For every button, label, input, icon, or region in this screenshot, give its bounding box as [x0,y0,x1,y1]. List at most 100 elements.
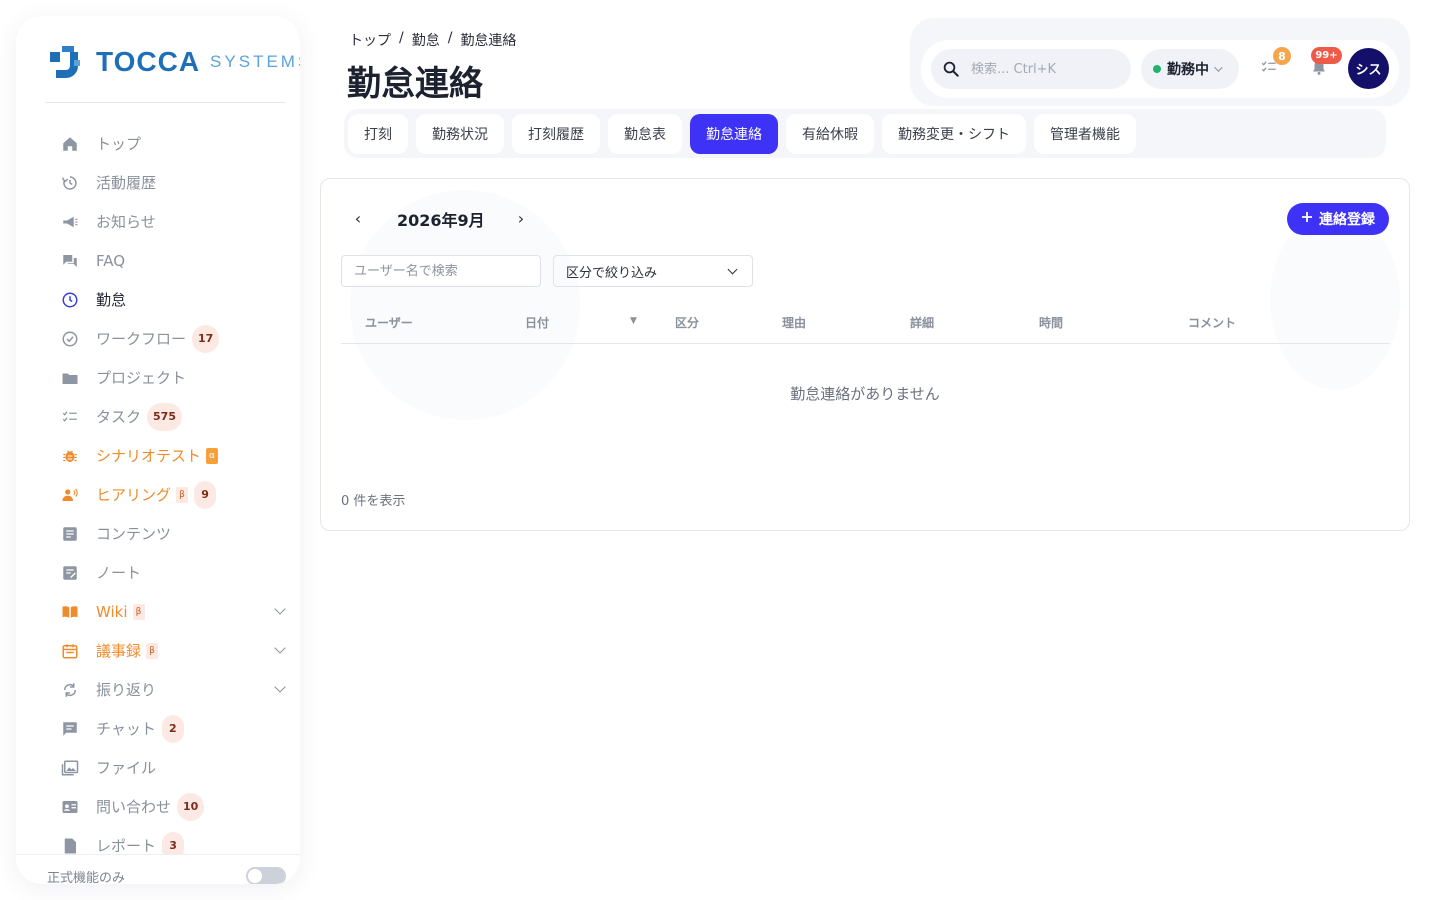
tab-paid-leave[interactable]: 有給休暇 [786,114,874,154]
chat-icon [60,719,80,739]
people-talk-icon [60,485,80,505]
column-header-date[interactable]: 日付 [525,314,549,331]
count-badge: 2 [161,714,184,743]
column-header-user[interactable]: ユーザー [365,314,413,331]
sidebar-item-chat[interactable]: チャット 2 [60,709,296,748]
current-month-label: 2026年9月 [397,211,485,230]
history-icon [60,173,80,193]
sidebar-item-workflow[interactable]: ワークフロー 17 [60,319,296,358]
count-badge: 575 [147,402,182,431]
brand-logo[interactable]: TOCCA SYSTEMS [48,44,300,80]
breadcrumb-attendance-link[interactable]: 勤怠 [412,30,440,50]
chevron-down-icon[interactable] [274,681,286,693]
sidebar-item-project[interactable]: プロジェクト [60,358,296,397]
sidebar-item-label: トップ [96,135,142,153]
official-only-toggle[interactable] [246,867,286,884]
checklist-icon [60,407,80,427]
beta-tag: β [146,642,159,659]
next-month-button[interactable]: › [513,208,529,228]
sync-icon [60,680,80,700]
sidebar: TOCCA SYSTEMS トップ 活動履歴 お知らせ FAQ 勤怠 ワークフロ… [16,16,300,884]
chevron-down-icon[interactable] [274,642,286,654]
official-only-label: 正式機能のみ [47,871,126,884]
article-icon [60,524,80,544]
photo-library-icon [60,758,80,778]
beta-tag: β [176,486,189,503]
sidebar-item-top[interactable]: トップ [60,124,296,163]
user-avatar[interactable]: シス [1348,48,1389,89]
tab-punch-history[interactable]: 打刻履歴 [512,114,600,154]
sidebar-item-task[interactable]: タスク 575 [60,397,296,436]
sidebar-item-activity[interactable]: 活動履歴 [60,163,296,202]
breadcrumb-separator: / [447,30,453,46]
alpha-tag: α [206,447,219,464]
sidebar-item-retrospective[interactable]: 振り返り [60,670,296,709]
sidebar-item-inquiry[interactable]: 問い合わせ 10 [60,787,296,826]
count-badge: 10 [177,792,205,821]
clock-icon [60,290,80,310]
tocca-logo-icon [48,44,86,80]
sidebar-item-contents[interactable]: コンテンツ [60,514,296,553]
sidebar-item-label: お知らせ [96,213,156,231]
plus-icon [1301,211,1313,227]
search-input[interactable] [971,61,1121,77]
sidebar-item-wiki[interactable]: Wiki β [60,592,296,631]
sidebar-item-label: Wiki [96,602,128,621]
work-status-dropdown[interactable]: 勤務中 [1141,49,1239,89]
add-contact-label: 連絡登録 [1319,212,1375,228]
megaphone-icon [60,212,80,232]
sidebar-item-label: シナリオテスト [96,447,202,465]
brand-divider [46,102,286,103]
column-header-detail[interactable]: 詳細 [910,314,934,331]
sidebar-item-files[interactable]: ファイル [60,748,296,787]
add-contact-button[interactable]: 連絡登録 [1287,203,1389,235]
breadcrumb-top-link[interactable]: トップ [349,30,391,50]
sidebar-item-news[interactable]: お知らせ [60,202,296,241]
category-filter-label: 区分で絞り込み [566,265,658,281]
column-header-reason[interactable]: 理由 [782,314,806,331]
tab-attendance-contact[interactable]: 勤怠連絡 [690,114,778,154]
chevron-down-icon [1214,63,1223,72]
prev-month-button[interactable]: ‹ [350,208,366,228]
sidebar-item-attendance[interactable]: 勤怠 [60,280,296,319]
sort-desc-icon[interactable]: ▼ [630,316,637,326]
count-badge: 9 [194,480,217,509]
tab-work-status[interactable]: 勤務状況 [416,114,504,154]
note-edit-icon [60,563,80,583]
contact-card-icon [60,797,80,817]
column-header-comment[interactable]: コメント [1188,314,1236,331]
sidebar-item-label: FAQ [96,251,126,270]
tab-shift-change[interactable]: 勤務変更・シフト [882,114,1026,154]
sidebar-item-hearing[interactable]: ヒアリング β 9 [60,475,296,514]
breadcrumb-current: 勤怠連絡 [460,33,517,49]
sidebar-item-label: プロジェクト [96,369,187,387]
sidebar-item-label: 振り返り [96,681,157,699]
calendar-icon [60,641,80,661]
chevron-down-icon[interactable] [274,603,286,615]
search-icon [941,59,961,79]
sidebar-nav: トップ 活動履歴 お知らせ FAQ 勤怠 ワークフロー 17 プロジェクト タス… [60,124,296,865]
sidebar-item-label: チャット [96,720,156,738]
tab-attendance-sheet[interactable]: 勤怠表 [608,114,682,154]
column-header-time[interactable]: 時間 [1039,314,1063,331]
breadcrumb: トップ / 勤怠 / 勤怠連絡 [349,30,516,50]
brand-subtitle: SYSTEMS [210,52,300,71]
home-icon [60,134,80,154]
category-filter-select[interactable]: 区分で絞り込み [553,255,753,287]
sidebar-item-note[interactable]: ノート [60,553,296,592]
bug-icon [60,446,80,466]
folder-icon [60,368,80,388]
sidebar-item-minutes[interactable]: 議事録 β [60,631,296,670]
global-search[interactable] [931,49,1131,89]
sidebar-item-label: 議事録 [96,642,142,660]
sidebar-item-faq[interactable]: FAQ [60,241,296,280]
notifications-count-badge: 99+ [1311,47,1342,64]
sidebar-item-label: ファイル [96,759,157,777]
tab-punch[interactable]: 打刻 [348,114,408,154]
tab-admin[interactable]: 管理者機能 [1034,114,1136,154]
sidebar-item-scenario-test[interactable]: シナリオテスト α [60,436,296,475]
brand-name: TOCCA [96,46,201,77]
tasks-count-badge: 8 [1273,47,1291,65]
user-name-search-input[interactable] [341,255,541,287]
column-header-category[interactable]: 区分 [675,314,699,331]
